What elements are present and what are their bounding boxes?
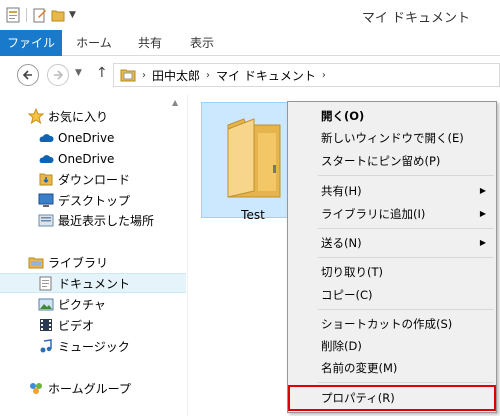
tab-file[interactable]: ファイル xyxy=(0,30,62,56)
new-item-icon[interactable] xyxy=(33,7,47,23)
menu-item-delete[interactable]: 削除(D) xyxy=(290,335,494,357)
sidebar-item-label: ダウンロード xyxy=(58,172,131,187)
submenu-arrow-icon: ▶ xyxy=(479,209,486,218)
navigation-bar: ▼ ↑ › 田中太郎 › マイ ドキュメント › xyxy=(0,57,500,93)
menu-item-copy[interactable]: コピー(C) xyxy=(290,284,494,306)
sidebar-item-label: ホームグループ xyxy=(48,381,131,396)
arrow-right-icon xyxy=(54,70,64,80)
up-arrow-icon[interactable]: ↑ xyxy=(96,65,108,81)
new-folder-icon[interactable] xyxy=(51,7,65,23)
sidebar-item-pictures[interactable]: ピクチャ xyxy=(0,294,186,314)
quick-access-toolbar: ▼ xyxy=(6,7,76,23)
recent-locations-dropdown-icon[interactable]: ▼ xyxy=(75,68,82,78)
back-button[interactable] xyxy=(17,64,39,86)
address-bar[interactable]: › 田中太郎 › マイ ドキュメント › xyxy=(113,63,500,87)
sidebar-item-recent-places[interactable]: 最近表示した場所 xyxy=(0,210,186,230)
sidebar-item-music[interactable]: ミュージック xyxy=(0,336,186,356)
menu-item-send-to[interactable]: 送る(N) ▶ xyxy=(290,232,494,254)
sidebar-item-label: デスクトップ xyxy=(58,193,131,208)
recent-places-icon xyxy=(38,214,54,227)
documents-icon xyxy=(39,276,52,291)
submenu-arrow-icon: ▶ xyxy=(479,238,486,247)
menu-item-create-shortcut[interactable]: ショートカットの作成(S) xyxy=(290,313,494,335)
navigation-pane: ▲ お気に入り OneDrive OneDrive ダウンロード デスクトップ … xyxy=(0,94,188,416)
menu-item-cut[interactable]: 切り取り(T) xyxy=(290,261,494,283)
customize-toolbar-dropdown-icon[interactable]: ▼ xyxy=(69,10,76,20)
desktop-icon xyxy=(38,193,54,207)
sidebar-item-videos[interactable]: ビデオ xyxy=(0,315,186,335)
arrow-left-icon xyxy=(22,70,32,80)
videos-icon xyxy=(40,319,52,331)
sidebar-item-label: OneDrive xyxy=(58,131,115,145)
star-icon xyxy=(28,108,44,124)
title-bar: ▼ マイ ドキュメント xyxy=(0,0,500,30)
library-icon xyxy=(28,257,44,269)
menu-item-add-to-library[interactable]: ライブラリに追加(I) ▶ xyxy=(290,203,494,225)
documents-folder-icon xyxy=(120,69,136,82)
properties-icon[interactable] xyxy=(6,7,20,23)
tab-home[interactable]: ホーム xyxy=(66,30,122,56)
sidebar-item-label: 最近表示した場所 xyxy=(58,213,155,228)
menu-separator xyxy=(318,309,494,310)
music-note-icon xyxy=(40,339,52,353)
sidebar-item-documents[interactable]: ドキュメント xyxy=(0,273,186,293)
breadcrumb-user[interactable]: 田中太郎 xyxy=(152,67,200,84)
breadcrumb-separator-icon[interactable]: › xyxy=(142,70,146,81)
sidebar-item-label: ピクチャ xyxy=(58,297,106,312)
menu-item-share[interactable]: 共有(H) ▶ xyxy=(290,180,494,202)
sidebar-item-label: OneDrive xyxy=(58,152,115,166)
breadcrumb-my-documents[interactable]: マイ ドキュメント xyxy=(216,67,316,84)
menu-item-properties[interactable]: プロパティ(R) xyxy=(288,385,496,411)
sidebar-item-downloads[interactable]: ダウンロード xyxy=(0,169,186,189)
menu-item-rename[interactable]: 名前の変更(M) xyxy=(290,357,494,379)
forward-button[interactable] xyxy=(47,64,69,86)
sidebar-item-label: ライブラリ xyxy=(48,255,109,270)
homegroup-icon xyxy=(30,383,42,394)
menu-separator xyxy=(318,382,494,383)
menu-separator xyxy=(318,257,494,258)
pictures-icon xyxy=(38,298,54,311)
menu-separator xyxy=(318,175,494,176)
sidebar-item-desktop[interactable]: デスクトップ xyxy=(0,190,186,210)
sidebar-item-label: ビデオ xyxy=(58,318,95,333)
download-folder-icon xyxy=(39,173,53,186)
sidebar-item-label: ドキュメント xyxy=(58,276,131,291)
cloud-icon xyxy=(39,134,54,142)
window-title: マイ ドキュメント xyxy=(361,11,470,26)
menu-separator xyxy=(318,228,494,229)
sidebar-item-onedrive[interactable]: OneDrive xyxy=(0,149,186,169)
sidebar-item-favorites[interactable]: お気に入り xyxy=(0,106,186,126)
sidebar-item-label: ミュージック xyxy=(58,339,130,354)
folder-icon xyxy=(227,118,281,198)
sidebar-item-libraries[interactable]: ライブラリ xyxy=(0,252,186,272)
cloud-icon xyxy=(39,155,54,163)
breadcrumb-separator-icon[interactable]: › xyxy=(206,70,210,81)
ribbon-tabs: ファイル ホーム 共有 表示 xyxy=(0,30,500,56)
submenu-arrow-icon: ▶ xyxy=(479,186,486,195)
sidebar-item-label: お気に入り xyxy=(48,109,109,124)
menu-item-open[interactable]: 開く(O) xyxy=(290,105,494,127)
sidebar-item-onedrive[interactable]: OneDrive xyxy=(0,128,186,148)
tab-share[interactable]: 共有 xyxy=(122,30,178,56)
tab-view[interactable]: 表示 xyxy=(174,30,230,56)
context-menu: 開く(O) 新しいウィンドウで開く(E) スタートにピン留め(P) 共有(H) ▶… xyxy=(287,101,497,413)
breadcrumb-separator-icon[interactable]: › xyxy=(322,70,326,81)
menu-item-pin-to-start[interactable]: スタートにピン留め(P) xyxy=(290,150,494,172)
sidebar-item-homegroup[interactable]: ホームグループ xyxy=(0,378,186,398)
menu-item-open-new-window[interactable]: 新しいウィンドウで開く(E) xyxy=(290,127,494,149)
